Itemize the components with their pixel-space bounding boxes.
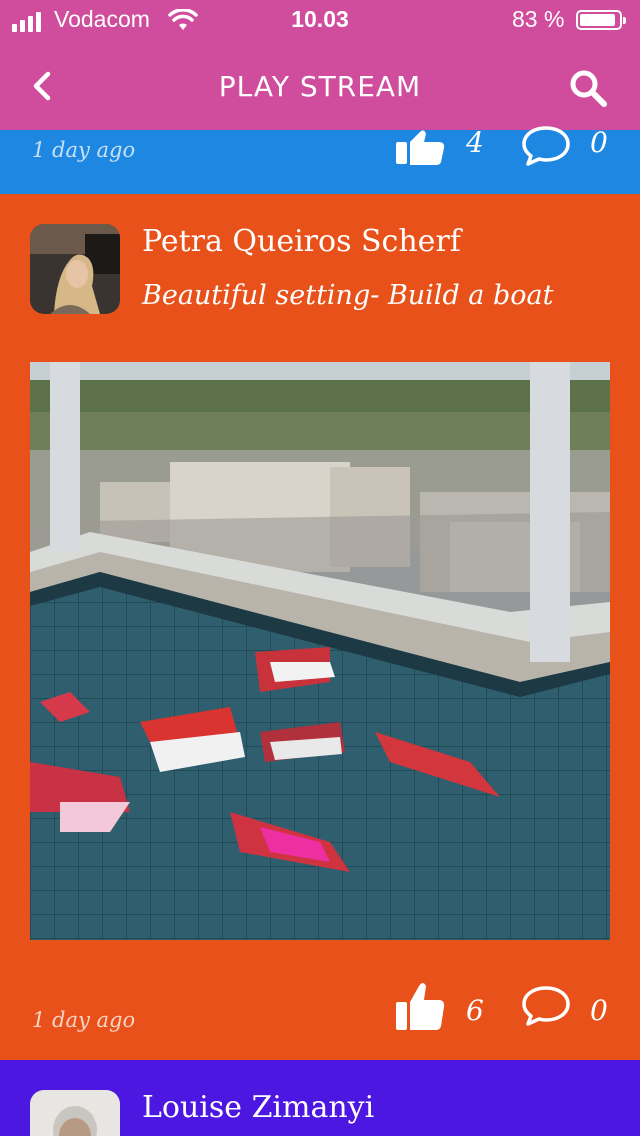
avatar[interactable] bbox=[30, 1090, 120, 1136]
battery-percentage: 83 % bbox=[512, 6, 565, 32]
battery-icon bbox=[576, 10, 626, 30]
thumbs-up-icon[interactable] bbox=[394, 980, 446, 1032]
status-bar: Vodacom 10.03 83 % bbox=[0, 0, 640, 40]
like-count: 4 bbox=[466, 126, 484, 159]
author-name[interactable]: Louise Zimanyi bbox=[142, 1090, 374, 1125]
thumbs-up-icon[interactable] bbox=[394, 128, 446, 166]
post-photo[interactable] bbox=[30, 362, 610, 940]
comment-count: 0 bbox=[590, 994, 608, 1027]
time-ago: 1 day ago bbox=[32, 1008, 136, 1032]
page-title: PLAY STREAM bbox=[218, 70, 422, 103]
search-icon[interactable] bbox=[566, 66, 610, 110]
author-name[interactable]: Petra Queiros Scherf bbox=[142, 224, 461, 259]
time-ago: 1 day ago bbox=[32, 138, 136, 162]
post-caption: Beautiful setting- Build a boat bbox=[142, 280, 554, 311]
post-meta: 1 day ago 4 0 bbox=[0, 126, 640, 186]
nav-bar: PLAY STREAM bbox=[0, 40, 640, 130]
comment-icon[interactable] bbox=[520, 984, 572, 1026]
post-card: Louise Zimanyi bbox=[0, 1060, 640, 1136]
like-count: 6 bbox=[466, 994, 484, 1027]
comment-count: 0 bbox=[590, 126, 608, 159]
post-meta: 1 day ago 6 0 bbox=[0, 964, 640, 1032]
comment-icon[interactable] bbox=[520, 124, 572, 166]
post-card: 1 day ago 4 0 bbox=[0, 126, 640, 194]
post-card: Petra Queiros Scherf Beautiful setting- … bbox=[0, 194, 640, 1060]
avatar[interactable] bbox=[30, 224, 120, 314]
